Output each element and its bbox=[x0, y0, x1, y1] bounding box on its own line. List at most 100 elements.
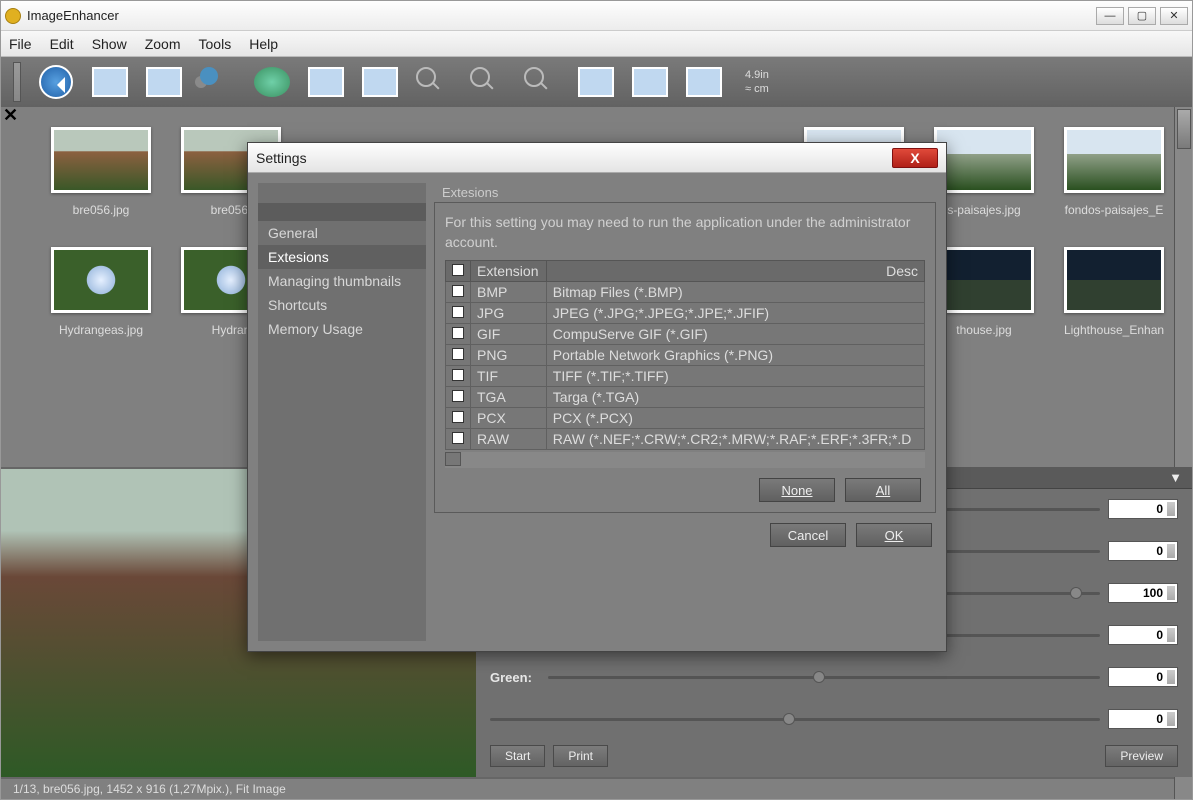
thumbnail-cell[interactable]: s-paisajes.jpg bbox=[934, 127, 1034, 217]
nav-general[interactable]: General bbox=[258, 221, 426, 245]
nav-extensions[interactable]: Extesions bbox=[258, 245, 426, 269]
thumbnail-label: bre056.jpg bbox=[73, 203, 130, 217]
frame-icon bbox=[578, 67, 614, 97]
menu-zoom[interactable]: Zoom bbox=[145, 36, 181, 52]
row-checkbox[interactable] bbox=[446, 408, 471, 429]
slider-green[interactable] bbox=[548, 676, 1100, 679]
thumbnail-cell[interactable]: fondos-paisajes_E bbox=[1064, 127, 1164, 217]
prev-button[interactable] bbox=[303, 61, 349, 103]
row-checkbox[interactable] bbox=[446, 387, 471, 408]
value-1[interactable]: 0 bbox=[1108, 499, 1178, 519]
table-row[interactable]: RAWRAW (*.NEF;*.CRW;*.CR2;*.MRW;*.RAF;*.… bbox=[446, 429, 925, 450]
thumbnail-image[interactable] bbox=[934, 247, 1034, 313]
zoom-fit-button[interactable] bbox=[411, 61, 457, 103]
value-2[interactable]: 0 bbox=[1108, 541, 1178, 561]
thumbnail-image[interactable] bbox=[51, 127, 151, 193]
thumbnail-image[interactable] bbox=[1064, 127, 1164, 193]
back-button[interactable] bbox=[33, 61, 79, 103]
nav-memory[interactable]: Memory Usage bbox=[258, 317, 426, 341]
remove-image-button[interactable] bbox=[141, 61, 187, 103]
table-row[interactable]: TGATarga (*.TGA) bbox=[446, 387, 925, 408]
row-checkbox[interactable] bbox=[446, 429, 471, 450]
scrollbar-thumb[interactable] bbox=[445, 452, 461, 466]
row-extension: PCX bbox=[471, 408, 547, 429]
maximize-button[interactable]: ▢ bbox=[1128, 7, 1156, 25]
table-row[interactable]: BMPBitmap Files (*.BMP) bbox=[446, 282, 925, 303]
row-checkbox[interactable] bbox=[446, 282, 471, 303]
zoom-in-button[interactable] bbox=[465, 61, 511, 103]
menubar: File Edit Show Zoom Tools Help bbox=[1, 31, 1192, 57]
row-checkbox[interactable] bbox=[446, 303, 471, 324]
row-extension: TGA bbox=[471, 387, 547, 408]
row-extension: PNG bbox=[471, 345, 547, 366]
value-3[interactable]: 100 bbox=[1108, 583, 1178, 603]
next-button[interactable] bbox=[357, 61, 403, 103]
value-green[interactable]: 0 bbox=[1108, 667, 1178, 687]
thumbnail-image[interactable] bbox=[51, 247, 151, 313]
table-hscrollbar[interactable] bbox=[445, 452, 925, 468]
close-panel-icon[interactable]: ✕ bbox=[3, 105, 18, 126]
menu-file[interactable]: File bbox=[9, 36, 32, 52]
settings-nav: General Extesions Managing thumbnails Sh… bbox=[258, 183, 426, 641]
thumbnail-left-icon bbox=[308, 67, 344, 97]
thumbnail-cell[interactable]: bre056.jpg bbox=[51, 127, 151, 217]
start-button[interactable]: Start bbox=[490, 745, 545, 767]
cancel-button[interactable]: Cancel bbox=[770, 523, 846, 547]
menu-show[interactable]: Show bbox=[92, 36, 127, 52]
thumbnails-scrollbar[interactable] bbox=[1174, 107, 1192, 467]
value-6[interactable]: 0 bbox=[1108, 709, 1178, 729]
row-checkbox[interactable] bbox=[446, 345, 471, 366]
col-extension[interactable]: Extension bbox=[471, 261, 547, 282]
row-extension: TIF bbox=[471, 366, 547, 387]
menu-help[interactable]: Help bbox=[249, 36, 278, 52]
minimize-button[interactable]: — bbox=[1096, 7, 1124, 25]
menu-tools[interactable]: Tools bbox=[199, 36, 232, 52]
frame2-button[interactable] bbox=[627, 61, 673, 103]
table-row[interactable]: PNGPortable Network Graphics (*.PNG) bbox=[446, 345, 925, 366]
table-row[interactable]: PCXPCX (*.PCX) bbox=[446, 408, 925, 429]
settings-button[interactable] bbox=[195, 61, 241, 103]
preview-button-lower[interactable]: Preview bbox=[1105, 745, 1178, 767]
thumbnail-right-icon bbox=[362, 67, 398, 97]
row-checkbox[interactable] bbox=[446, 324, 471, 345]
scrollbar-thumb[interactable] bbox=[1177, 109, 1191, 149]
nav-thumbnails[interactable]: Managing thumbnails bbox=[258, 269, 426, 293]
frame1-button[interactable] bbox=[573, 61, 619, 103]
thumbnail-cell[interactable]: Hydrangeas.jpg bbox=[51, 247, 151, 337]
eye-icon bbox=[254, 67, 290, 97]
slider-6[interactable] bbox=[490, 718, 1100, 721]
menu-edit[interactable]: Edit bbox=[50, 36, 74, 52]
table-row[interactable]: GIFCompuServe GIF (*.GIF) bbox=[446, 324, 925, 345]
thumbnail-minus-icon bbox=[146, 67, 182, 97]
frame3-button[interactable] bbox=[681, 61, 727, 103]
thumbnail-label: thouse.jpg bbox=[956, 323, 1011, 337]
table-row[interactable]: TIFTIFF (*.TIF;*.TIFF) bbox=[446, 366, 925, 387]
table-row[interactable]: JPGJPEG (*.JPG;*.JPEG;*.JPE;*.JFIF) bbox=[446, 303, 925, 324]
thumbnail-image[interactable] bbox=[1064, 247, 1164, 313]
ok-button[interactable]: OK bbox=[856, 523, 932, 547]
thumbnail-image[interactable] bbox=[934, 127, 1034, 193]
zoom-out-button[interactable] bbox=[519, 61, 565, 103]
app-icon bbox=[5, 8, 21, 24]
extensions-table: Extension Desc BMPBitmap Files (*.BMP)JP… bbox=[445, 260, 925, 450]
thumbnail-cell[interactable]: thouse.jpg bbox=[934, 247, 1034, 337]
app-title: ImageEnhancer bbox=[27, 8, 1096, 23]
window-controls: — ▢ ✕ bbox=[1096, 7, 1188, 25]
add-image-button[interactable] bbox=[87, 61, 133, 103]
settings-dialog: Settings X General Extesions Managing th… bbox=[247, 142, 947, 652]
none-button[interactable]: None bbox=[759, 478, 835, 502]
thumbnail-cell[interactable]: Lighthouse_Enhan bbox=[1064, 247, 1164, 337]
size-cm: ≈ cm bbox=[745, 83, 769, 95]
thumbnail-label: s-paisajes.jpg bbox=[947, 203, 1020, 217]
dialog-close-button[interactable]: X bbox=[892, 148, 938, 168]
all-button[interactable]: All bbox=[845, 478, 921, 502]
green-label: Green: bbox=[490, 670, 548, 685]
value-4[interactable]: 0 bbox=[1108, 625, 1178, 645]
preview-button[interactable] bbox=[249, 61, 295, 103]
row-checkbox[interactable] bbox=[446, 366, 471, 387]
col-description[interactable]: Desc bbox=[546, 261, 924, 282]
close-button[interactable]: ✕ bbox=[1160, 7, 1188, 25]
print-button[interactable]: Print bbox=[553, 745, 608, 767]
col-checkbox[interactable] bbox=[446, 261, 471, 282]
nav-shortcuts[interactable]: Shortcuts bbox=[258, 293, 426, 317]
